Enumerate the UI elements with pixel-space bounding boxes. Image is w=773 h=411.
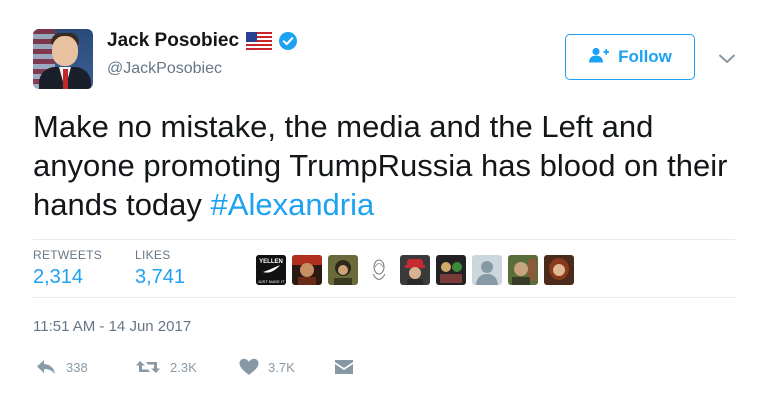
divider: [33, 297, 735, 298]
tweet-text: Make no mistake, the media and the Left …: [33, 107, 748, 224]
liker-avatars: YELLEN JUST NUKE IT: [256, 255, 574, 285]
tweet-body: Make no mistake, the media and the Left …: [33, 109, 728, 222]
user-handle[interactable]: @JackPosobiec: [107, 60, 222, 78]
liker-avatar-default[interactable]: [472, 255, 502, 285]
verified-badge-icon: [279, 32, 298, 50]
reply-action[interactable]: 338: [35, 358, 88, 376]
follow-button[interactable]: Follow: [565, 34, 695, 80]
liker-avatar-3[interactable]: [328, 255, 358, 285]
liker-avatar-4[interactable]: [364, 255, 394, 285]
likes-count[interactable]: 3,741: [135, 266, 185, 289]
like-action[interactable]: 3.7K: [239, 358, 295, 376]
hashtag-link[interactable]: #Alexandria: [211, 187, 375, 222]
liker-avatar-yellen[interactable]: YELLEN JUST NUKE IT: [256, 255, 286, 285]
liker-yellen-top-text: YELLEN: [259, 259, 283, 265]
likes-stat[interactable]: LIKES 3,741: [135, 248, 185, 289]
follow-button-label: Follow: [618, 47, 672, 66]
add-user-icon: [588, 47, 610, 68]
display-name-row[interactable]: Jack Posobiec: [107, 30, 298, 52]
reply-count: 338: [66, 359, 88, 375]
liker-avatar-9[interactable]: [544, 255, 574, 285]
tweet-timestamp[interactable]: 11:51 AM - 14 Jun 2017: [33, 318, 191, 335]
display-name[interactable]: Jack Posobiec: [107, 30, 239, 52]
avatar-tie: [63, 69, 68, 89]
liker-avatar-2[interactable]: [292, 255, 322, 285]
avatar[interactable]: [33, 29, 93, 89]
liker-avatar-6[interactable]: [436, 255, 466, 285]
us-flag-icon: [245, 31, 273, 51]
chevron-down-icon[interactable]: [718, 52, 736, 64]
retweet-icon: [135, 358, 161, 376]
retweet-action[interactable]: 2.3K: [135, 358, 197, 376]
reply-icon: [35, 358, 57, 376]
likes-label: LIKES: [135, 248, 171, 262]
like-count: 3.7K: [268, 359, 295, 375]
retweets-stat[interactable]: RETWEETS 2,314: [33, 248, 102, 289]
liker-avatar-8[interactable]: [508, 255, 538, 285]
direct-message-icon: [334, 358, 354, 376]
liker-yellen-bottom-text: JUST NUKE IT: [258, 279, 285, 284]
retweet-count: 2.3K: [170, 359, 197, 375]
dm-action[interactable]: [334, 358, 354, 376]
liker-avatar-5[interactable]: [400, 255, 430, 285]
avatar-face: [52, 36, 78, 66]
retweets-label: RETWEETS: [33, 248, 103, 262]
heart-icon: [239, 358, 259, 376]
divider: [33, 239, 735, 240]
retweets-count[interactable]: 2,314: [33, 266, 102, 289]
